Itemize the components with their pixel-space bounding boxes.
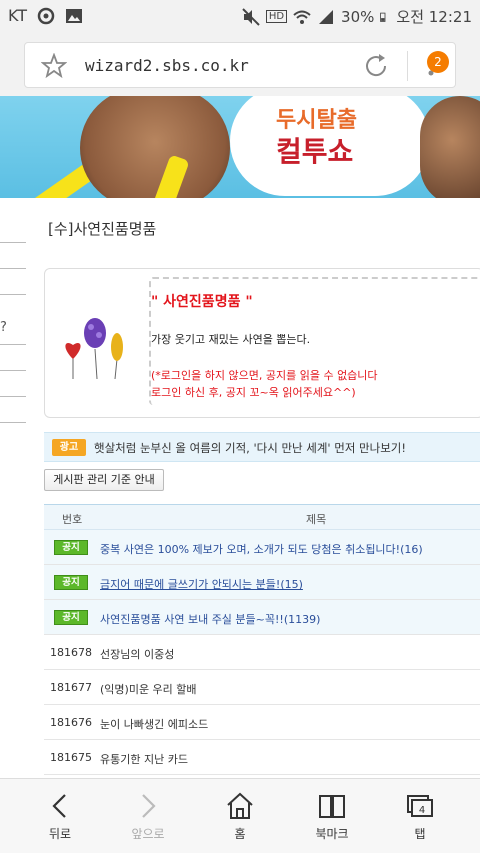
post-title-link[interactable]: 금지어 때문에 글쓰기가 안되시는 분들!(15) [100, 576, 303, 592]
show-banner[interactable]: 두시탈출 컬투쇼 [0, 96, 480, 198]
notice-tag: 공지 [54, 610, 88, 625]
post-title-link[interactable]: (익명)미운 우리 할배 [100, 681, 197, 697]
header-number: 번호 [62, 513, 83, 526]
hd-label: HD [265, 10, 288, 23]
forward-button[interactable]: 앞으로 [100, 779, 196, 854]
post-number: 181675 [50, 751, 92, 764]
tabs-icon: 4 [407, 795, 433, 817]
gallery-notification-icon [66, 8, 83, 23]
post-title-link[interactable]: 유통기한 지난 카드 [100, 751, 188, 767]
notice-tag: 공지 [54, 540, 88, 555]
tabs-button[interactable]: 4 탭 [372, 779, 468, 854]
notice-warning-line1: (*로그인을 하지 않으면, 공지를 읽을 수 없습니다 [151, 369, 378, 382]
side-menu-divider [0, 242, 26, 243]
notice-row[interactable]: 공지 중복 사연은 100% 제보가 오며, 소개가 되도 당첨은 취소됩니다!… [44, 530, 480, 565]
clock: 오전 12:21 [396, 8, 472, 26]
ad-tag: 광고 [52, 439, 86, 456]
notice-row[interactable]: 공지 사연진품명품 사연 보내 주실 분들~꼭!!(1139) [44, 600, 480, 635]
ad-banner[interactable]: 광고 햇살처럼 눈부신 올 여름의 기적, '다시 만난 세계' 먼저 만나보기… [44, 432, 480, 462]
book-icon [319, 795, 345, 818]
back-label: 뒤로 [48, 827, 72, 841]
banner-logo-line2: 컬투쇼 [276, 135, 354, 168]
url-text[interactable]: wizard2.sbs.co.kr [85, 56, 249, 75]
post-number: 181676 [50, 716, 92, 729]
bookmarks-button[interactable]: 북마크 [284, 779, 380, 854]
notice-title: " 사연진품명품 " [151, 294, 253, 310]
board-title: [수]사연진품명품 [48, 220, 157, 238]
browser-toolbar: wizard2.sbs.co.kr 2 [0, 34, 480, 96]
post-title-link[interactable]: 사연진품명품 사연 보내 주실 분들~꼭!!(1139) [100, 611, 320, 627]
host-photo [80, 96, 230, 198]
header-title: 제목 [306, 513, 327, 526]
post-number: 181677 [50, 681, 92, 694]
host-photo-2 [420, 96, 480, 198]
post-number: 181678 [50, 646, 92, 659]
forward-label: 앞으로 [131, 827, 165, 841]
ad-link-text[interactable]: 햇살처럼 눈부신 올 여름의 기적, '다시 만난 세계' 먼저 만나보기! [94, 440, 406, 456]
reload-icon[interactable] [363, 52, 391, 80]
battery-percent: 30% [341, 7, 375, 26]
url-separator [407, 51, 408, 81]
side-menu-divider [0, 344, 26, 345]
table-row[interactable]: 181678 선장님의 이중성 [44, 635, 480, 670]
notification-badge: 2 [427, 51, 449, 73]
notice-warning-line2: 로그인 하신 후, 공지 꼬~옥 읽어주세요^^) [151, 386, 356, 399]
home-icon [227, 792, 253, 819]
board-guide-button[interactable]: 게시판 관리 기준 안내 [44, 469, 164, 491]
chrome-notification-icon [37, 7, 55, 24]
url-bar[interactable]: wizard2.sbs.co.kr 2 [24, 42, 456, 88]
home-label: 홈 [234, 827, 246, 841]
back-arrow-icon [52, 794, 66, 818]
bookmark-star-icon[interactable] [41, 53, 67, 79]
table-header: 번호 제목 [44, 504, 480, 530]
signal-icon [319, 9, 334, 24]
home-button[interactable]: 홈 [192, 779, 288, 854]
side-menu-divider [0, 294, 26, 295]
table-row[interactable]: 181675 유통기한 지난 카드 [44, 740, 480, 775]
balloons-icon [65, 318, 123, 380]
notice-tag: 공지 [54, 575, 88, 590]
post-title-link[interactable]: 선장님의 이중성 [100, 646, 174, 662]
side-menu-divider [0, 268, 26, 269]
carrier-label: KT [8, 6, 28, 25]
board-notice-box: " 사연진품명품 " 가장 웃기고 재밌는 사연을 뽑는다. (*로그인을 하지… [44, 268, 480, 418]
battery-icon [380, 12, 386, 22]
forward-arrow-icon [142, 794, 156, 818]
post-title-link[interactable]: 눈이 나빠생긴 에피소드 [100, 716, 208, 732]
back-button[interactable]: 뒤로 [12, 779, 108, 854]
mute-icon [242, 7, 260, 26]
side-menu-divider [0, 422, 26, 423]
table-row[interactable]: 181676 눈이 나빠생긴 에피소드 [44, 705, 480, 740]
tabs-label: 탭 [414, 827, 426, 841]
wifi-icon [293, 10, 311, 24]
side-menu-divider [0, 370, 26, 371]
status-bar: KT HD 30% 오전 12:21 [0, 0, 480, 34]
bookmarks-label: 북마크 [315, 827, 349, 841]
notice-description: 가장 웃기고 재밌는 사연을 뽑는다. [151, 333, 311, 346]
table-row[interactable]: 181677 (익명)미운 우리 할배 [44, 670, 480, 705]
notice-row[interactable]: 공지 금지어 때문에 글쓰기가 안되시는 분들!(15) [44, 565, 480, 600]
tabs-count: 4 [419, 805, 425, 816]
side-menu-divider [0, 396, 26, 397]
post-title-link[interactable]: 중복 사연은 100% 제보가 오며, 소개가 되도 당첨은 취소됩니다!(16… [100, 541, 423, 557]
post-table: 번호 제목 공지 중복 사연은 100% 제보가 오며, 소개가 되도 당첨은 … [44, 504, 480, 775]
browser-bottom-nav: 뒤로 앞으로 홈 북마크 4 탭 [0, 778, 480, 853]
side-menu-fragment: ? [0, 320, 7, 335]
